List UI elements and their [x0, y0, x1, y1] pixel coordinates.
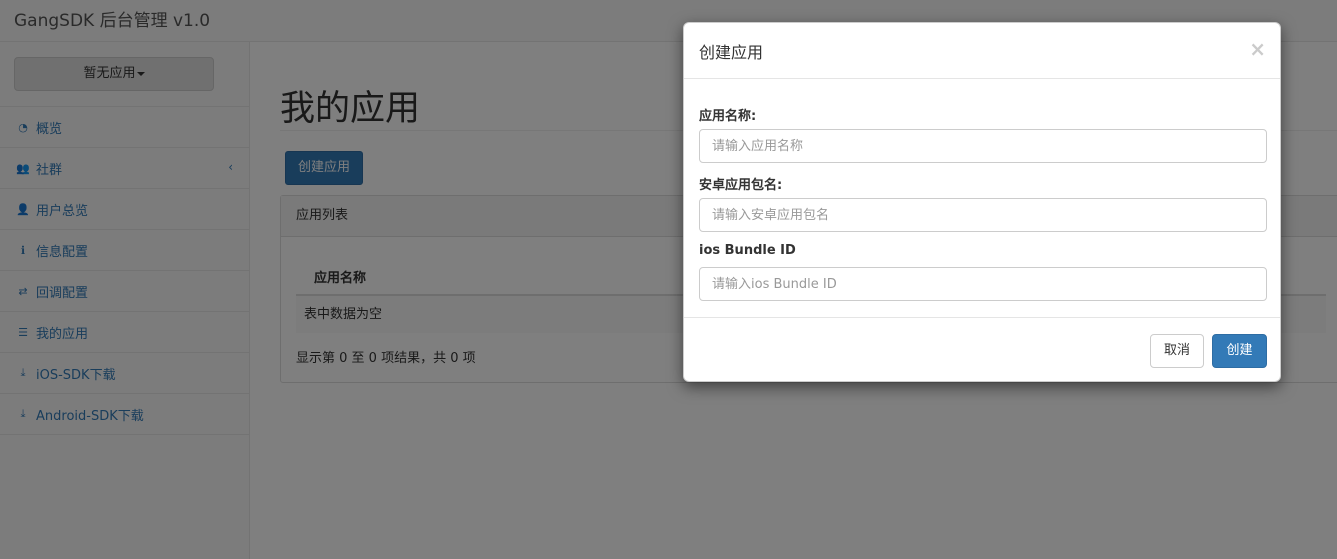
- app-name-label: 应用名称:: [699, 109, 757, 124]
- android-package-input[interactable]: [699, 198, 1267, 232]
- ios-bundle-id-label: ios Bundle ID: [699, 243, 796, 258]
- modal-title: 创建应用: [699, 43, 764, 62]
- create-button[interactable]: 创建: [1212, 334, 1267, 368]
- modal-header: 创建应用 ×: [684, 23, 1280, 79]
- close-icon[interactable]: ×: [1249, 37, 1266, 61]
- app-name-input[interactable]: [699, 129, 1267, 163]
- cancel-button[interactable]: 取消: [1150, 334, 1204, 368]
- create-app-modal: 创建应用 × 应用名称: 安卓应用包名: ios Bundle ID 取消 创建: [683, 22, 1281, 382]
- ios-bundle-id-input[interactable]: [699, 267, 1267, 301]
- modal-footer-divider: [684, 317, 1280, 318]
- android-package-label: 安卓应用包名:: [699, 178, 783, 193]
